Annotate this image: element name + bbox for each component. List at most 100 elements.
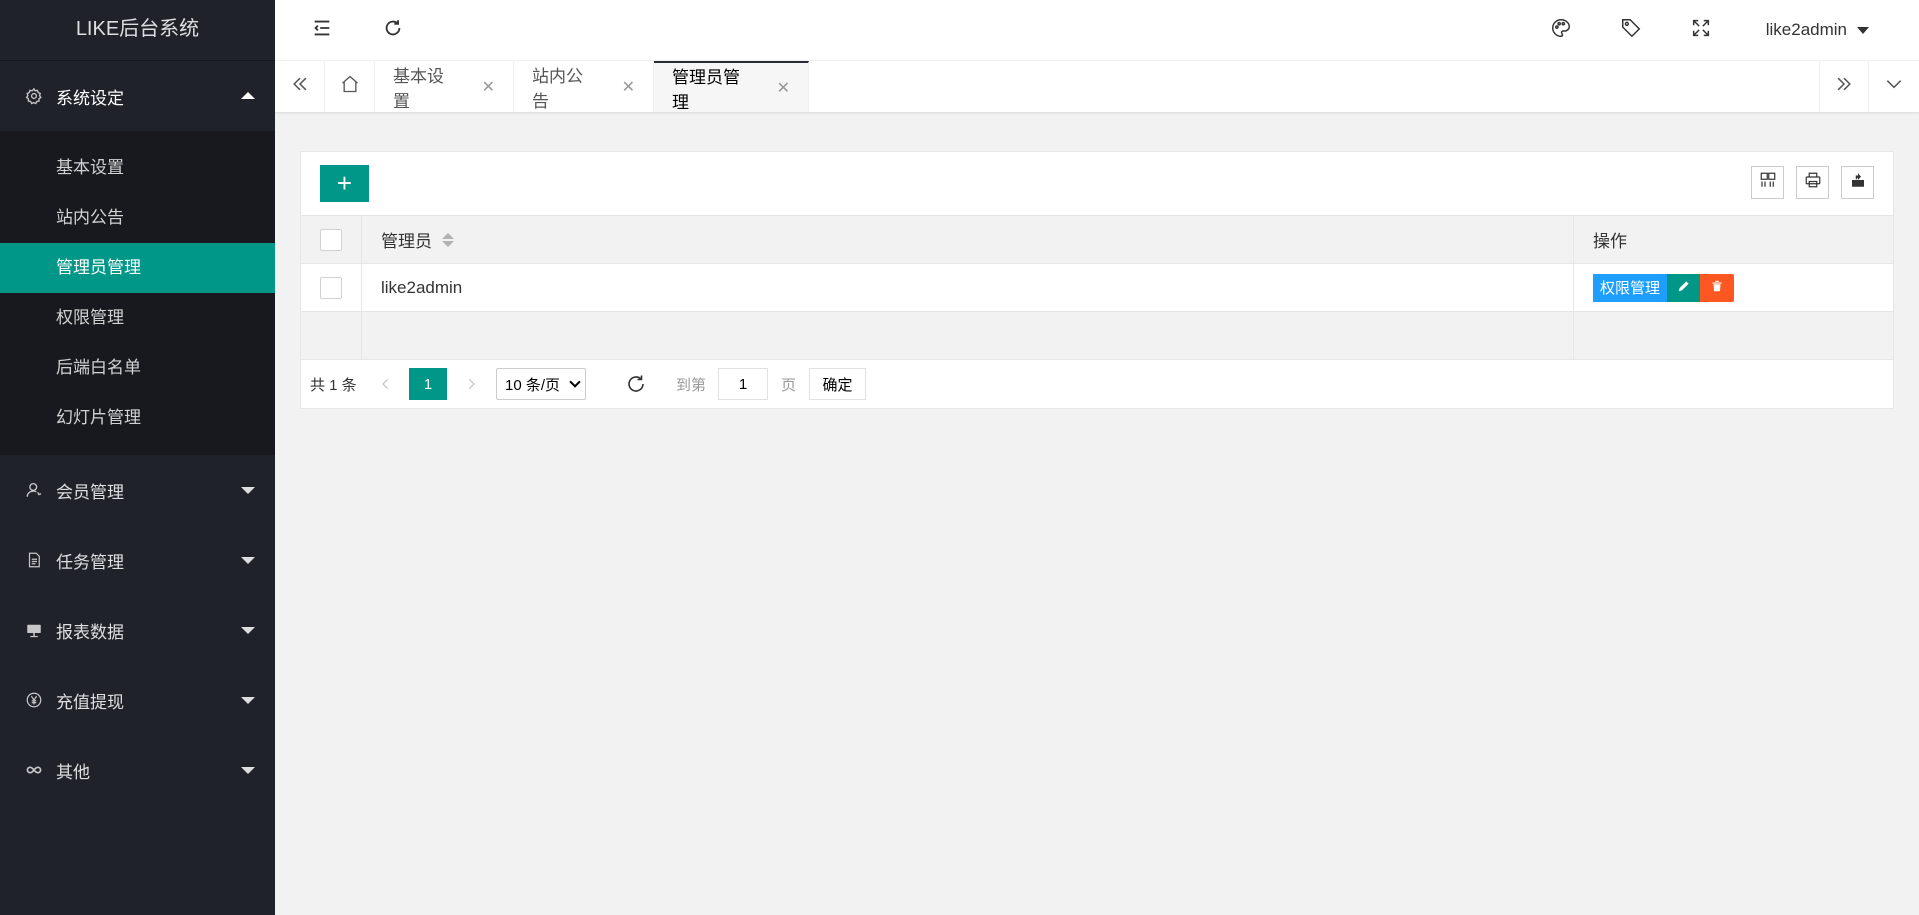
plus-icon: + — [336, 168, 353, 198]
close-icon[interactable]: ✕ — [482, 77, 495, 97]
close-icon[interactable]: ✕ — [622, 77, 635, 97]
delete-button[interactable] — [1700, 273, 1735, 302]
sidebar-group-reports[interactable]: 报表数据 — [0, 595, 275, 665]
sidebar-group-label: 会员管理 — [56, 482, 124, 502]
column-header-actions: 操作 — [1593, 232, 1627, 251]
yen-icon — [24, 690, 44, 710]
tab-label: 管理员管理 — [672, 67, 740, 112]
double-chevron-left-icon — [290, 74, 310, 99]
caret-down-icon — [241, 627, 255, 634]
infinity-icon — [24, 760, 44, 780]
app-logo: LIKE后台系统 — [0, 0, 275, 61]
columns-filter-button[interactable] — [1751, 166, 1784, 199]
document-icon — [24, 550, 44, 570]
table-row: like2admin 权限管理 — [301, 264, 1893, 312]
tab-announcements[interactable]: 站内公告 ✕ — [514, 61, 654, 112]
actions-cell: 权限管理 — [1574, 264, 1894, 311]
tab-label: 基本设置 — [393, 66, 444, 111]
sidebar-item-basic-settings[interactable]: 基本设置 — [0, 143, 275, 193]
sidebar-group-members[interactable]: 会员管理 — [0, 455, 275, 525]
chevron-down-icon — [569, 376, 581, 388]
edit-button[interactable] — [1667, 273, 1701, 302]
select-all-checkbox[interactable] — [320, 228, 342, 251]
row-checkbox[interactable] — [320, 276, 342, 299]
tag-button[interactable] — [1603, 0, 1659, 60]
print-icon — [1804, 171, 1822, 194]
admin-table-card: + 管理员 操作 like2admin 权限管理 共 1 条 1 10 条/页 … — [300, 151, 1894, 409]
double-chevron-right-icon — [1834, 74, 1854, 99]
current-page[interactable]: 1 — [409, 368, 447, 400]
tab-scroll-left-button[interactable] — [275, 61, 325, 112]
admin-table: 管理员 操作 like2admin 权限管理 — [301, 216, 1893, 360]
menu-fold-icon — [311, 17, 333, 44]
export-button[interactable] — [1841, 166, 1874, 199]
tab-bar: 基本设置 ✕ 站内公告 ✕ 管理员管理 ✕ — [275, 61, 1919, 113]
fullscreen-icon — [1690, 17, 1712, 44]
sidebar-group-tasks[interactable]: 任务管理 — [0, 525, 275, 595]
pencil-icon — [1677, 279, 1691, 297]
next-page-button[interactable] — [461, 374, 481, 394]
chevron-down-icon — [1884, 74, 1904, 99]
sidebar-item-backend-whitelist[interactable]: 后端白名单 — [0, 343, 275, 393]
chart-icon — [24, 620, 44, 640]
tab-admin-management[interactable]: 管理员管理 ✕ — [654, 61, 809, 112]
sidebar-submenu: 基本设置 站内公告 管理员管理 权限管理 后端白名单 幻灯片管理 — [0, 131, 275, 455]
table-toolbar: + — [301, 152, 1893, 216]
caret-up-icon — [241, 92, 255, 99]
goto-page-input[interactable] — [718, 368, 768, 400]
print-button[interactable] — [1796, 166, 1829, 199]
goto-label: 到第 — [676, 376, 707, 394]
sidebar-group-label: 报表数据 — [56, 622, 124, 642]
sort-icon[interactable] — [442, 232, 454, 247]
caret-down-icon — [1857, 26, 1869, 34]
sidebar-item-announcements[interactable]: 站内公告 — [0, 193, 275, 243]
add-admin-button[interactable]: + — [320, 165, 369, 202]
tab-home[interactable] — [325, 61, 375, 112]
menu-fold-button[interactable] — [294, 0, 350, 60]
sidebar-group-recharge[interactable]: 充值提现 — [0, 665, 275, 735]
tag-icon — [1620, 17, 1642, 44]
tab-label: 站内公告 — [532, 66, 583, 111]
sidebar-group-label: 其他 — [56, 762, 90, 782]
gear-icon — [24, 86, 44, 106]
columns-icon — [1759, 171, 1777, 194]
caret-down-icon — [241, 697, 255, 704]
sidebar-item-admin-management[interactable]: 管理员管理 — [0, 243, 275, 293]
sidebar-group-label: 系统设定 — [56, 88, 124, 108]
caret-down-icon — [241, 767, 255, 774]
sidebar-group-other[interactable]: 其他 — [0, 735, 275, 805]
sidebar-group-label: 任务管理 — [56, 552, 124, 572]
sidebar-group-label: 充值提现 — [56, 692, 124, 712]
page-size-select[interactable]: 10 条/页 — [496, 368, 586, 400]
tab-basic-settings[interactable]: 基本设置 ✕ — [375, 61, 514, 112]
user-icon — [24, 480, 44, 500]
home-icon — [340, 74, 360, 99]
caret-down-icon — [241, 557, 255, 564]
refresh-icon — [382, 17, 404, 44]
page-label: 页 — [781, 376, 797, 394]
sidebar-item-permission-management[interactable]: 权限管理 — [0, 293, 275, 343]
tab-menu-button[interactable] — [1869, 61, 1919, 112]
tab-scroll-right-button[interactable] — [1819, 61, 1869, 112]
permission-management-button[interactable]: 权限管理 — [1593, 273, 1668, 302]
total-count: 共 1 条 — [310, 376, 357, 394]
caret-down-icon — [241, 487, 255, 494]
prev-page-button[interactable] — [376, 374, 396, 394]
table-header-row: 管理员 操作 — [301, 216, 1893, 264]
theme-button[interactable] — [1533, 0, 1589, 60]
trash-icon — [1710, 279, 1724, 297]
table-row-empty — [301, 312, 1893, 360]
sidebar-item-slideshow-management[interactable]: 幻灯片管理 — [0, 393, 275, 443]
pagination: 共 1 条 1 10 条/页 到第 页 确定 — [301, 360, 1893, 408]
sidebar-group-system-settings[interactable]: 系统设定 — [0, 61, 275, 131]
pager-refresh-button[interactable] — [623, 371, 649, 397]
user-menu[interactable]: like2admin — [1766, 0, 1869, 60]
fullscreen-button[interactable] — [1673, 0, 1729, 60]
refresh-button[interactable] — [365, 0, 421, 60]
username: like2admin — [1765, 20, 1847, 39]
goto-confirm-button[interactable]: 确定 — [809, 368, 866, 400]
close-icon[interactable]: ✕ — [777, 78, 790, 98]
column-header-admin[interactable]: 管理员 — [362, 216, 1574, 263]
export-icon — [1849, 171, 1867, 194]
sidebar: LIKE后台系统 系统设定 基本设置 站内公告 管理员管理 权限管理 后端白名单… — [0, 0, 275, 915]
